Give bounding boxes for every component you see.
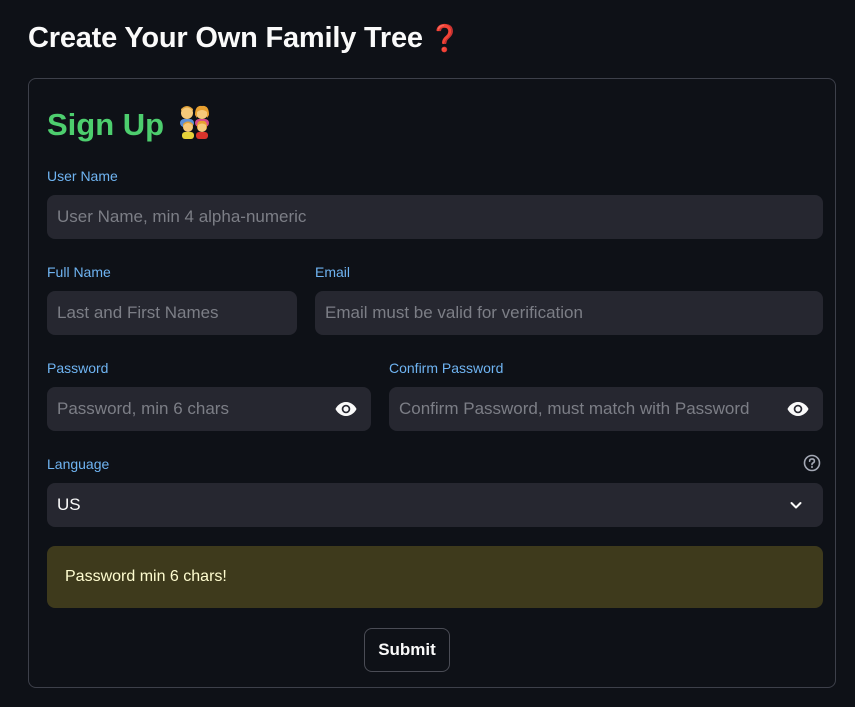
submit-button[interactable]: Submit bbox=[364, 628, 450, 672]
signup-form: Sign Up User Name User Name, min 4 alpha… bbox=[28, 78, 836, 688]
form-title: Sign Up bbox=[47, 105, 213, 143]
question-circle-icon[interactable] bbox=[803, 454, 821, 472]
email-input[interactable]: Email must be valid for verification bbox=[315, 291, 823, 335]
username-label: User Name bbox=[47, 168, 118, 184]
page-title: Create Your Own Family Tree ❓ bbox=[28, 22, 461, 55]
chevron-down-icon bbox=[783, 492, 809, 518]
password-input[interactable]: Password, min 6 chars bbox=[47, 387, 371, 431]
alert-message: Password min 6 chars! bbox=[65, 568, 227, 585]
eye-icon[interactable] bbox=[333, 396, 359, 422]
email-label: Email bbox=[315, 264, 351, 280]
warning-alert: Password min 6 chars! bbox=[47, 546, 823, 608]
confirm-password-label: Confirm Password bbox=[389, 360, 504, 376]
page-title-text: Create Your Own Family Tree bbox=[28, 22, 423, 54]
username-input[interactable]: User Name, min 4 alpha-numeric bbox=[47, 195, 823, 239]
question-mark-icon: ❓ bbox=[428, 23, 462, 53]
email-placeholder: Email must be valid for verification bbox=[325, 303, 583, 322]
confirm-password-input[interactable]: Confirm Password, must match with Passwo… bbox=[389, 387, 823, 431]
fullname-input[interactable]: Last and First Names bbox=[47, 291, 297, 335]
family-icon bbox=[179, 105, 209, 139]
confirm-password-placeholder: Confirm Password, must match with Passwo… bbox=[399, 399, 750, 418]
language-selected-value: US bbox=[57, 495, 81, 514]
form-title-text: Sign Up bbox=[47, 107, 165, 142]
fullname-label: Full Name bbox=[47, 264, 111, 280]
password-label: Password bbox=[47, 360, 109, 376]
password-placeholder: Password, min 6 chars bbox=[57, 399, 229, 418]
fullname-placeholder: Last and First Names bbox=[57, 303, 219, 322]
language-label: Language bbox=[47, 456, 110, 472]
username-placeholder: User Name, min 4 alpha-numeric bbox=[57, 207, 307, 226]
eye-icon[interactable] bbox=[785, 396, 811, 422]
language-select[interactable]: US bbox=[47, 483, 823, 527]
